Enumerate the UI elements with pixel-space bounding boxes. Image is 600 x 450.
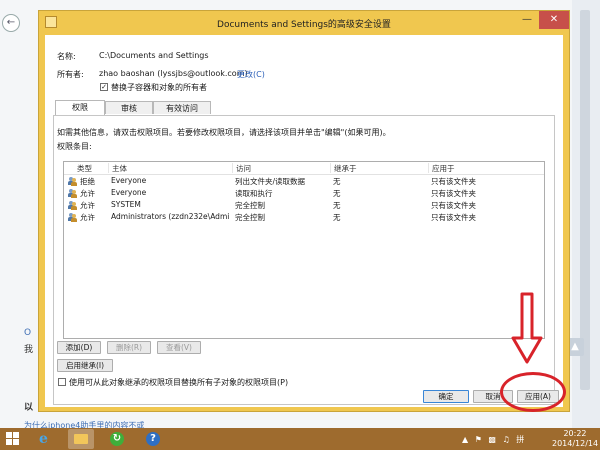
tray-network-icon[interactable]: ▩ bbox=[488, 435, 496, 444]
row-access: 读取和执行 bbox=[235, 189, 273, 198]
row-inherited: 无 bbox=[333, 201, 341, 210]
clock-time: 20:22 bbox=[563, 429, 587, 438]
add-button[interactable]: 添加(D) bbox=[57, 341, 101, 354]
row-principal: Everyone bbox=[111, 188, 147, 197]
row-inherited: 无 bbox=[333, 189, 341, 198]
browser-scrollbar-area bbox=[572, 0, 600, 428]
bg-text-yi: 以 bbox=[24, 403, 34, 413]
col-type[interactable]: 类型 bbox=[74, 163, 92, 173]
row-inherited: 无 bbox=[333, 177, 341, 186]
replace-child-permissions-checkbox[interactable] bbox=[58, 378, 66, 386]
name-label: 名称: bbox=[57, 52, 76, 61]
permission-entries-list[interactable]: 类型 主体 访问 继承于 应用于 拒绝 Everyone 列出文件夹/读取数据 … bbox=[63, 161, 545, 339]
row-access: 完全控制 bbox=[235, 213, 265, 222]
tray-language[interactable]: 拼 bbox=[516, 435, 524, 444]
row-inherited: 无 bbox=[333, 213, 341, 222]
row-applies: 只有该文件夹 bbox=[431, 213, 476, 222]
replace-owner-label: 替换子容器和对象的所有者 bbox=[111, 83, 207, 92]
advanced-security-dialog: Documents and Settings的高级安全设置 — ✕ 名称: C:… bbox=[38, 10, 570, 412]
tray-up-arrow-icon[interactable]: ▲ bbox=[462, 435, 468, 444]
users-icon bbox=[68, 189, 77, 198]
dialog-title: Documents and Settings的高级安全设置 bbox=[217, 20, 391, 30]
tray-flag-icon[interactable]: ⚑ bbox=[475, 435, 482, 444]
refresh-app-icon: ↻ bbox=[110, 432, 124, 446]
minimize-button[interactable]: — bbox=[514, 11, 540, 29]
col-principal[interactable]: 主体 bbox=[108, 163, 127, 173]
system-tray[interactable]: ▲ ⚑ ▩ ♫ 拼 bbox=[462, 434, 524, 445]
row-type: 允许 bbox=[80, 189, 95, 198]
row-principal: SYSTEM bbox=[111, 200, 141, 209]
browser-scrollbar[interactable] bbox=[580, 10, 590, 390]
permission-entries-label: 权限条目: bbox=[57, 142, 92, 151]
close-button[interactable]: ✕ bbox=[539, 11, 569, 29]
row-access: 完全控制 bbox=[235, 201, 265, 210]
row-type: 拒绝 bbox=[80, 177, 95, 186]
row-type: 允许 bbox=[80, 213, 95, 222]
file-explorer-icon bbox=[74, 434, 88, 444]
windows-start-icon[interactable] bbox=[6, 432, 20, 446]
dialog-titlebar[interactable]: Documents and Settings的高级安全设置 — ✕ bbox=[39, 11, 569, 35]
table-row[interactable]: 允许 SYSTEM 完全控制 无 只有该文件夹 bbox=[64, 200, 544, 211]
info-text: 如需其他信息，请双击权限项目。若要修改权限项目，请选择该项目并单击"编辑"(如果… bbox=[57, 128, 391, 137]
ok-button[interactable]: 确定 bbox=[423, 390, 469, 403]
taskbar-ie[interactable]: e bbox=[32, 429, 58, 449]
col-access[interactable]: 访问 bbox=[232, 163, 251, 173]
name-value: C:\Documents and Settings bbox=[99, 51, 209, 60]
dialog-client-area: 名称: C:\Documents and Settings 所有者: zhao … bbox=[45, 35, 563, 407]
table-row[interactable]: 允许 Everyone 读取和执行 无 只有该文件夹 bbox=[64, 188, 544, 199]
tab-effective-access[interactable]: 有效访问 bbox=[153, 101, 211, 114]
taskbar-help[interactable]: ? bbox=[140, 429, 166, 449]
internet-explorer-icon: e bbox=[39, 431, 48, 447]
taskbar-app-green[interactable]: ↻ bbox=[104, 429, 130, 449]
table-row[interactable]: 拒绝 Everyone 列出文件夹/读取数据 无 只有该文件夹 bbox=[64, 176, 544, 187]
row-type: 允许 bbox=[80, 201, 95, 210]
help-icon: ? bbox=[146, 432, 160, 446]
owner-label: 所有者: bbox=[57, 70, 84, 79]
bg-text-o: O bbox=[24, 328, 32, 338]
remove-button[interactable]: 删除(R) bbox=[107, 341, 151, 354]
replace-owner-checkbox[interactable]: ✓ bbox=[100, 83, 108, 91]
taskbar: e ↻ ? ▲ ⚑ ▩ ♫ 拼 20:22 2014/12/14 bbox=[0, 428, 600, 450]
tab-permissions[interactable]: 权限 bbox=[55, 100, 105, 115]
enable-inheritance-button[interactable]: 启用继承(I) bbox=[57, 359, 113, 372]
table-row[interactable]: 允许 Administrators (zzdn232e\Admin... 完全控… bbox=[64, 212, 544, 223]
tab-auditing[interactable]: 审核 bbox=[105, 101, 153, 114]
users-icon bbox=[68, 213, 77, 222]
view-button[interactable]: 查看(V) bbox=[157, 341, 201, 354]
row-principal: Everyone bbox=[111, 176, 147, 185]
taskbar-explorer[interactable] bbox=[68, 429, 94, 449]
row-principal: Administrators (zzdn232e\Admin... bbox=[111, 212, 229, 221]
clock[interactable]: 20:22 2014/12/14 bbox=[552, 429, 598, 449]
list-header: 类型 主体 访问 继承于 应用于 bbox=[64, 162, 544, 175]
owner-value: zhao baoshan (lyssjbs@outlook.com) bbox=[99, 69, 248, 78]
red-down-arrow-icon bbox=[511, 292, 543, 364]
row-applies: 只有该文件夹 bbox=[431, 177, 476, 186]
row-applies: 只有该文件夹 bbox=[431, 201, 476, 210]
row-applies: 只有该文件夹 bbox=[431, 189, 476, 198]
tray-volume-icon[interactable]: ♫ bbox=[503, 435, 510, 444]
change-owner-link[interactable]: 更改(C) bbox=[237, 69, 265, 80]
replace-child-permissions-label: 使用可从此对象继承的权限项目替换所有子对象的权限项目(P) bbox=[69, 378, 289, 387]
red-circle-annotation bbox=[500, 372, 566, 412]
col-applies[interactable]: 应用于 bbox=[428, 163, 455, 173]
clock-date: 2014/12/14 bbox=[552, 439, 599, 448]
row-access: 列出文件夹/读取数据 bbox=[235, 177, 306, 186]
back-arrow-icon[interactable]: ← bbox=[2, 14, 20, 32]
users-icon bbox=[68, 177, 77, 186]
users-icon bbox=[68, 201, 77, 210]
bg-text-wo: 我 bbox=[24, 345, 34, 355]
col-inherited[interactable]: 继承于 bbox=[330, 163, 357, 173]
